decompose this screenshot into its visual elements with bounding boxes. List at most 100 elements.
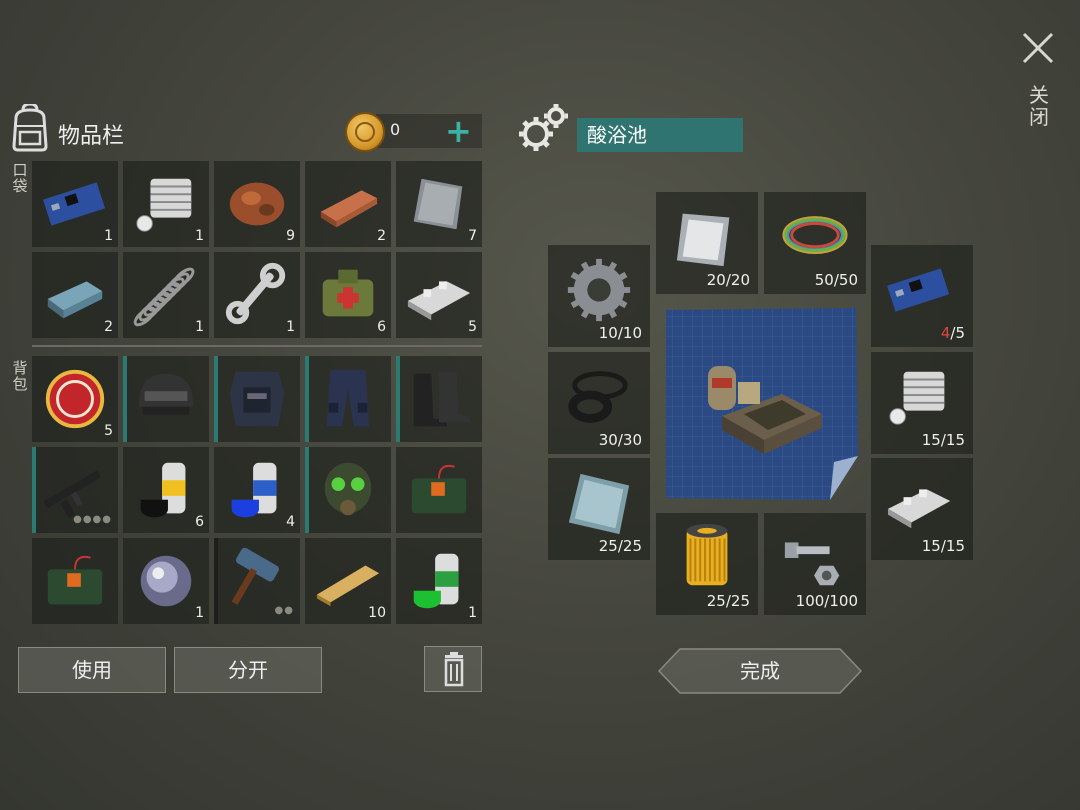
inventory-title: 物品栏	[58, 124, 125, 149]
iron-plate-icon	[413, 178, 463, 230]
coin-icon	[345, 112, 385, 152]
aluminum-bar-icon	[887, 489, 951, 529]
ingredient-amount: 100/100	[795, 592, 858, 610]
equipped-marker	[214, 356, 218, 442]
backpack-slot[interactable]: ●●	[214, 538, 300, 624]
pocket-slot[interactable]: 1	[123, 161, 209, 247]
backpack-slot[interactable]	[123, 356, 209, 442]
item-quantity: 9	[286, 228, 295, 244]
backpack-slot[interactable]	[214, 356, 300, 442]
backpack-slot[interactable]	[32, 538, 118, 624]
backpack-slot[interactable]	[305, 447, 391, 533]
item-quantity: 1	[104, 228, 113, 244]
equipped-marker	[123, 356, 127, 442]
durability-dots: ●●	[274, 605, 294, 616]
acid-bath-blueprint-icon	[666, 308, 858, 500]
pocket-slot[interactable]: 1	[214, 252, 300, 338]
gear-icon	[567, 258, 631, 322]
copper-ingot-icon	[320, 190, 378, 228]
backpack-icon	[12, 104, 48, 152]
item-quantity: 6	[377, 319, 386, 335]
equipped-marker	[396, 356, 400, 442]
backpack-label: 背包	[12, 359, 28, 393]
engine-cylinder-icon	[136, 178, 192, 232]
medkit-bag-icon	[322, 269, 374, 317]
black-spray-paint-icon	[140, 462, 186, 518]
metal-sheet-icon	[676, 213, 730, 267]
backpack-slot[interactable]	[396, 356, 482, 442]
pocket-slot[interactable]: 5	[396, 252, 482, 338]
explosive-bundle-icon	[47, 555, 103, 605]
backpack-slot[interactable]: 6	[123, 447, 209, 533]
use-button[interactable]: 使用	[18, 647, 166, 693]
item-quantity: 5	[104, 423, 113, 439]
ingredient-amount: 15/15	[921, 431, 965, 449]
recipe-title: 酸浴池	[577, 118, 743, 152]
backpack-slot[interactable]: ●●●●	[32, 447, 118, 533]
ingredient-amount: 10/10	[598, 324, 642, 342]
item-quantity: 1	[468, 605, 477, 621]
spring-icon	[133, 267, 195, 327]
item-quantity: 1	[195, 605, 204, 621]
backpack-slot[interactable]: 10	[305, 538, 391, 624]
done-label[interactable]: 完成	[658, 648, 862, 694]
ingredient-slot[interactable]: 50/50	[764, 192, 866, 294]
helmet-icon	[138, 373, 194, 415]
green-spray-paint-icon	[413, 553, 459, 609]
add-coins-button[interactable]: +	[445, 112, 472, 150]
boots-icon	[413, 371, 471, 427]
backpack-slot[interactable]: 1	[123, 538, 209, 624]
pocket-slot[interactable]: 6	[305, 252, 391, 338]
circuit-board-icon	[887, 268, 950, 312]
pocket-slot[interactable]: 7	[396, 161, 482, 247]
circuit-board-icon	[43, 182, 106, 226]
bottle-cap-icon	[45, 369, 105, 429]
oil-filter-icon	[686, 523, 728, 586]
ingredient-slot[interactable]: 10/10	[548, 245, 650, 347]
item-quantity: 1	[286, 319, 295, 335]
ingredient-amount: 50/50	[814, 271, 858, 289]
ingredient-amount: 30/30	[598, 431, 642, 449]
item-quantity: 1	[195, 228, 204, 244]
pocket-slot[interactable]: 1	[32, 161, 118, 247]
item-quantity: 7	[468, 228, 477, 244]
ingredient-amount: 4/5	[940, 324, 965, 342]
ingredient-slot[interactable]: 30/30	[548, 352, 650, 454]
ingredient-slot[interactable]: 100/100	[764, 513, 866, 615]
backpack-slot[interactable]	[305, 356, 391, 442]
glass-sheet-icon	[568, 473, 630, 535]
ingredient-slot[interactable]: 25/25	[656, 513, 758, 615]
trash-button[interactable]	[424, 646, 482, 692]
pocket-slot[interactable]: 1	[123, 252, 209, 338]
lens-icon	[140, 555, 192, 607]
ingredient-slot[interactable]: 20/20	[656, 192, 758, 294]
backpack-slot[interactable]: 5	[32, 356, 118, 442]
ingredient-amount: 25/25	[598, 537, 642, 555]
aluminum-bar-icon	[407, 281, 471, 321]
ingredient-slot[interactable]: 4/5	[871, 245, 973, 347]
item-quantity: 1	[195, 319, 204, 335]
backpack-slot[interactable]	[396, 447, 482, 533]
pocket-slot[interactable]: 9	[214, 161, 300, 247]
pocket-slot[interactable]: 2	[305, 161, 391, 247]
item-quantity: 2	[377, 228, 386, 244]
pocket-slot[interactable]: 2	[32, 252, 118, 338]
ingredient-slot[interactable]: 15/15	[871, 458, 973, 560]
backpack-slot[interactable]: 1	[396, 538, 482, 624]
ingredient-slot[interactable]: 15/15	[871, 352, 973, 454]
split-button[interactable]: 分开	[174, 647, 322, 693]
rubber-rings-icon	[568, 371, 628, 423]
durability-marker	[214, 538, 218, 624]
durability-dots: ●●●●	[73, 514, 112, 525]
ingredient-amount: 15/15	[921, 537, 965, 555]
ingredient-amount: 20/20	[706, 271, 750, 289]
item-quantity: 2	[104, 319, 113, 335]
trash-icon	[444, 652, 464, 687]
ingredient-slot[interactable]: 25/25	[548, 458, 650, 560]
blue-spray-paint-icon	[231, 462, 277, 518]
close-icon[interactable]	[1018, 28, 1058, 68]
copper-ore-icon	[229, 182, 285, 226]
coin-count: 0	[390, 120, 401, 139]
backpack-slot[interactable]: 4	[214, 447, 300, 533]
close-label[interactable]: 关闭	[1026, 84, 1052, 128]
